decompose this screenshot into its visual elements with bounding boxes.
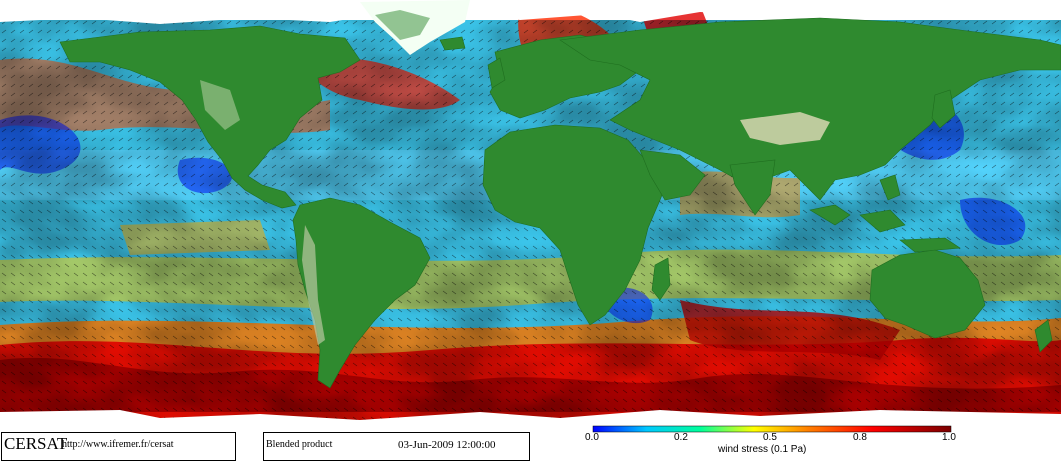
cersat-logo-text: CERSAT <box>4 434 68 453</box>
legend-tick-1: 0.2 <box>674 432 688 443</box>
legend-tick-2: 0.5 <box>763 432 777 443</box>
footer-logo-box: CERSAT http://www.ifremer.fr/cersat <box>1 432 236 461</box>
legend-label: wind stress (0.1 Pa) <box>718 444 807 455</box>
product-label: Blended product <box>266 439 333 450</box>
footer-product-box: Blended product 03-Jun-2009 12:00:00 <box>263 432 530 461</box>
date-label: 03-Jun-2009 12:00:00 <box>398 439 496 451</box>
wind-stress-map <box>0 0 1061 462</box>
legend-tick-0: 0.0 <box>585 432 599 443</box>
legend-tick-3: 0.8 <box>853 432 867 443</box>
cersat-url-link[interactable]: http://www.ifremer.fr/cersat <box>62 439 174 450</box>
legend-tick-4: 1.0 <box>942 432 956 443</box>
